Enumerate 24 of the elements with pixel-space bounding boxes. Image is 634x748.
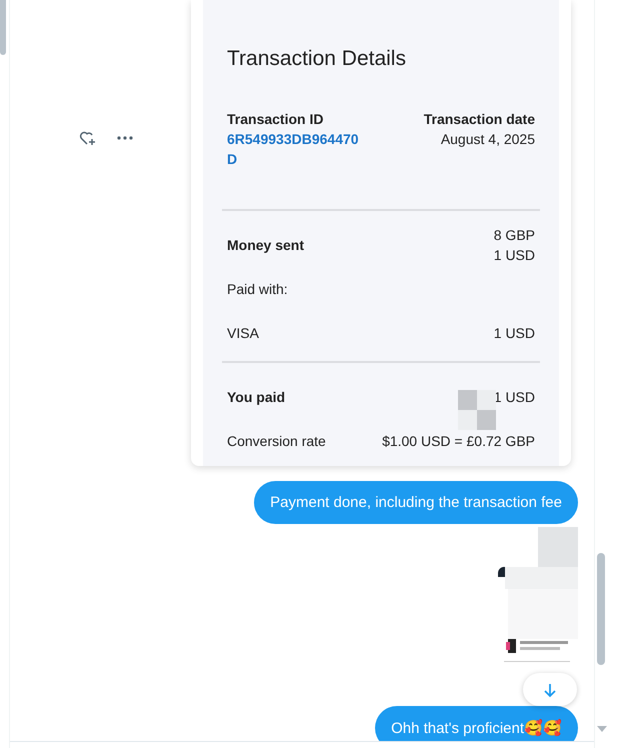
row-label: VISA — [227, 325, 259, 341]
more-icon[interactable] — [117, 136, 133, 140]
row-label: Paid with: — [227, 281, 288, 297]
message-bubble: Ohh that's proficient🥰🥰 — [375, 706, 578, 741]
details-title: Transaction Details — [227, 47, 407, 71]
row-value: 1 USD — [494, 246, 535, 265]
scrollbar-thumb[interactable] — [597, 553, 605, 665]
row-label: Money sent — [227, 237, 304, 253]
add-reaction-icon[interactable] — [79, 130, 97, 146]
scroll-down-arrow-icon[interactable] — [597, 726, 607, 732]
redaction-mosaic — [458, 390, 496, 430]
date-label: Transaction date — [424, 110, 535, 129]
message-bubble: Payment done, including the transaction fee — [254, 481, 578, 524]
row-label: You paid — [227, 389, 286, 405]
row-value: 1 USD — [494, 324, 535, 343]
row-value: $1.00 USD = £0.72 GBP — [382, 432, 535, 451]
date-value: August 4, 2025 — [440, 130, 535, 149]
scroll-down-button[interactable] — [523, 673, 577, 706]
transaction-id-link[interactable]: 6R549933DB964470D — [227, 129, 367, 169]
scrollbar-thumb[interactable] — [0, 0, 6, 55]
arrow-down-icon — [542, 682, 558, 698]
row-value: 8 GBP — [494, 226, 535, 245]
id-label: Transaction ID — [227, 110, 324, 129]
row-label: Conversion rate — [227, 433, 326, 449]
